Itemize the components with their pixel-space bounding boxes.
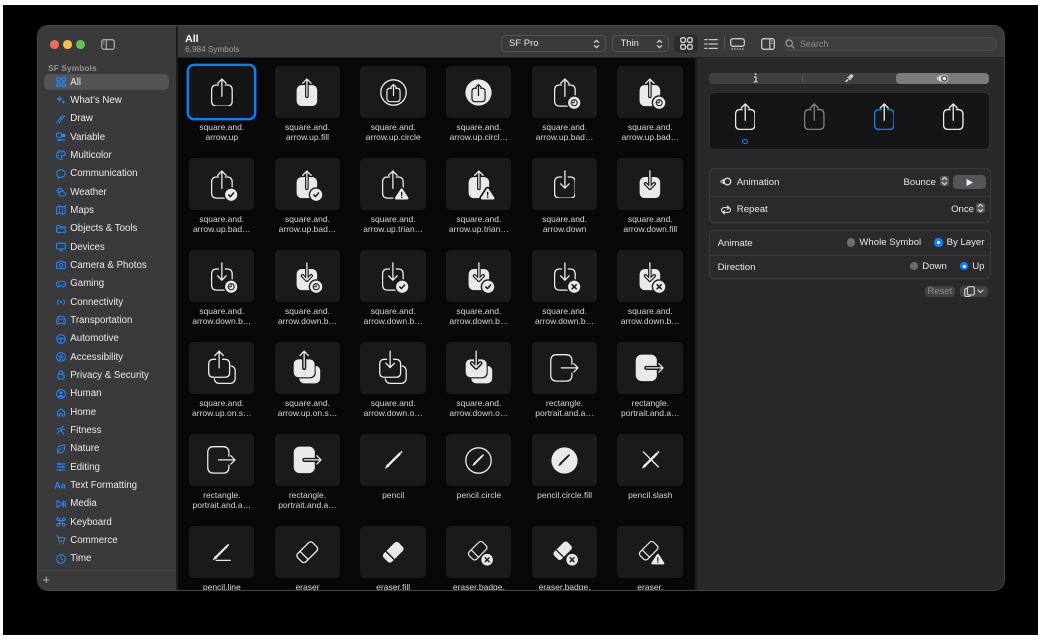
svg-text:Aa: Aa <box>55 481 67 491</box>
